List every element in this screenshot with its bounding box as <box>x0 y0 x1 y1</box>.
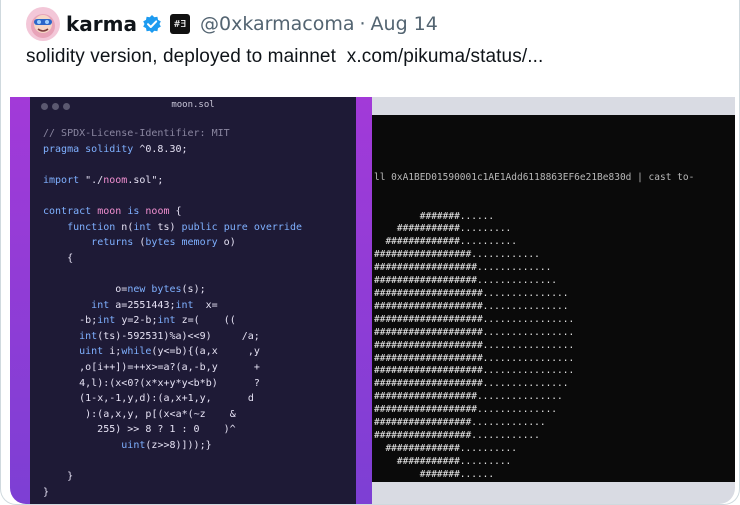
terminal-line: ###################............... <box>374 300 569 312</box>
terminal-output: ll 0xA1BED01590001c1AE1Add6118863EF6e21B… <box>374 146 694 482</box>
avatar[interactable] <box>26 7 60 41</box>
terminal-line: ###################................ <box>374 365 575 377</box>
code-line: o=new bytes(s); <box>115 283 206 295</box>
post-date[interactable]: Aug 14 <box>371 13 438 35</box>
code-line: contract moon is noom { <box>43 205 182 217</box>
window-titlebar: moon.sol <box>30 97 356 117</box>
terminal-line: ##################............... <box>374 391 563 403</box>
code-line: returns (bytes memory o) <box>91 237 236 249</box>
terminal-window: ll 0xA1BED01590001c1AE1Add6118863EF6e21B… <box>372 115 735 482</box>
window-title: moon.sol <box>171 100 215 110</box>
code-line: function n(int ts) public pure override <box>67 221 302 233</box>
terminal-line: ##################.............. <box>374 404 558 416</box>
terminal-line: #############.......... <box>374 442 517 454</box>
code-line: (1-x,-1,y,d):(a,x+1,y, d <box>43 393 254 405</box>
terminal-line: #############.......... <box>374 236 517 248</box>
terminal-line: #################............ <box>374 249 540 261</box>
code-line: int a=2551443;int x= <box>91 299 218 311</box>
code-block: // SPDX-License-Identifier: MIT pragma so… <box>43 126 302 500</box>
code-screenshot[interactable]: moon.sol // SPDX-License-Identifier: MIT… <box>10 97 372 504</box>
terminal-line: ###################............... <box>374 378 569 390</box>
verified-badge-icon <box>143 15 161 33</box>
code-line: -b;int y=2-b;int z=( (( <box>43 315 236 327</box>
code-line: ):(a,x,y, p[(x<a*(~z & <box>43 408 236 420</box>
post-card[interactable]: karma #Ǝ @0xkarmacoma · Aug 14 solidity … <box>0 0 740 505</box>
code-line: 4,l):(x<0?(x*x+y*y<b*b) ? <box>43 377 260 389</box>
terminal-line: ###################............... <box>374 287 569 299</box>
code-line: uint i;while(y<=b){(a,x ,y <box>79 346 260 358</box>
code-line: } <box>43 486 50 498</box>
terminal-line: ###########......... <box>374 223 512 235</box>
post-text: solidity version, deployed to mainnet x.… <box>26 46 543 68</box>
terminal-line: ###################................ <box>374 326 575 338</box>
media-attachment[interactable]: moon.sol // SPDX-License-Identifier: MIT… <box>10 97 735 504</box>
terminal-line: #######...... <box>374 210 495 222</box>
terminal-line: ###########......... <box>374 455 512 467</box>
separator-dot: · <box>359 13 366 35</box>
terminal-line: ###################................ <box>374 339 575 351</box>
code-line: // SPDX-License-Identifier: MIT <box>43 128 230 139</box>
code-line: 255) >> 8 ? 1 : 0 )^ <box>43 424 236 436</box>
terminal-line: ##################.............. <box>374 275 558 287</box>
terminal-line: #######...... <box>374 468 495 480</box>
terminal-line: ##################............. <box>374 262 552 274</box>
terminal-line: ###################................ <box>374 352 575 364</box>
terminal-command: ll 0xA1BED01590001c1AE1Add6118863EF6e21B… <box>374 171 695 183</box>
code-line: int(ts)-592531)%a)<<9) /a; <box>79 330 260 342</box>
code-window: moon.sol // SPDX-License-Identifier: MIT… <box>30 97 356 504</box>
post-header: karma #Ǝ @0xkarmacoma · Aug 14 <box>26 7 438 41</box>
code-line: import "./noom.sol"; <box>43 174 164 186</box>
display-name[interactable]: karma <box>66 12 137 36</box>
code-line: ,o[i++])=++x>=a?(a,-b,y + <box>43 361 260 373</box>
quoted-link[interactable]: x.com/pikuma/status/... <box>347 46 544 67</box>
code-line: pragma solidity ^0.8.30; <box>43 143 188 155</box>
code-line: { <box>43 252 74 264</box>
affiliation-badge[interactable]: #Ǝ <box>170 14 190 34</box>
code-line: uint(z>>8)]));} <box>121 439 212 451</box>
code-line: } <box>43 471 74 483</box>
terminal-line: ###################................ <box>374 313 575 325</box>
terminal-line: #################............. <box>374 417 546 429</box>
user-handle[interactable]: @0xkarmacoma <box>200 13 355 35</box>
post-body: solidity version, deployed to mainnet <box>26 46 347 67</box>
terminal-line: #################............ <box>374 429 540 441</box>
terminal-screenshot[interactable]: ll 0xA1BED01590001c1AE1Add6118863EF6e21B… <box>372 97 735 504</box>
